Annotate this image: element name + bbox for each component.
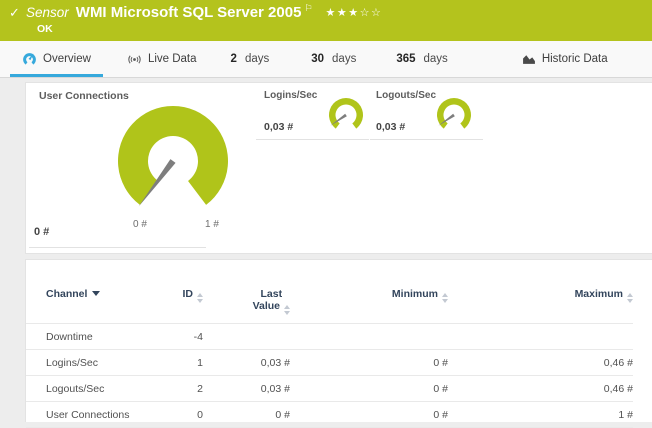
cell-channel[interactable]: User Connections <box>26 402 156 428</box>
status-badge: OK <box>37 23 53 35</box>
user-connections-gauge <box>108 96 238 226</box>
channel-table: Channel ID LastValue Minimum Maximum Dow… <box>26 284 633 428</box>
divider <box>256 139 369 140</box>
sensor-header: ✓ Sensor WMI Microsoft SQL Server 2005 ⚐… <box>0 0 652 41</box>
table-row-logins-sec[interactable]: Logins/Sec 1 0,03 # 0 # 0,46 # <box>26 350 633 376</box>
overview-gauges-panel: User Connections 0 # 1 # 0 # Logins/Sec … <box>25 82 652 254</box>
divider <box>29 247 206 248</box>
logouts-gauge-value: 0,03 # <box>376 121 405 133</box>
primary-gauge-value: 0 # <box>34 226 49 238</box>
logins-gauge-title: Logins/Sec <box>264 90 317 101</box>
divider <box>370 139 483 140</box>
cell-maximum <box>448 324 633 350</box>
cell-last-value: 0,03 # <box>203 350 290 376</box>
table-row-user-connections[interactable]: User Connections 0 0 # 0 # 1 # <box>26 402 633 428</box>
tab-historic-data[interactable]: Historic Data <box>516 41 614 77</box>
cell-id: 2 <box>156 376 203 402</box>
cell-maximum: 0,46 # <box>448 376 633 402</box>
column-header-channel[interactable]: Channel <box>26 284 156 324</box>
tab-365-days-unit: days <box>424 53 448 65</box>
cell-maximum: 1 # <box>448 402 633 428</box>
column-header-id[interactable]: ID <box>156 284 203 324</box>
logouts-gauge-title: Logouts/Sec <box>376 90 436 101</box>
logouts-gauge <box>430 91 478 139</box>
tab-overview[interactable]: Overview <box>10 41 103 77</box>
tab-live-data-label: Live Data <box>148 53 197 65</box>
gauge-scale-min: 0 # <box>120 219 160 230</box>
tab-overview-label: Overview <box>43 53 91 65</box>
signal-icon <box>127 52 142 67</box>
cell-id: 0 <box>156 402 203 428</box>
tab-30-days-number: 30 <box>311 53 324 65</box>
sorted-desc-icon <box>92 291 100 296</box>
tab-2-days-number: 2 <box>231 53 237 65</box>
tab-bar: Overview Live Data 2 days 30 days 365 da… <box>0 41 652 78</box>
cell-channel[interactable]: Logouts/Sec <box>26 376 156 402</box>
tab-historic-data-label: Historic Data <box>542 53 608 65</box>
sort-icon <box>197 293 203 303</box>
logins-gauge-value: 0,03 # <box>264 121 293 133</box>
cell-channel[interactable]: Logins/Sec <box>26 350 156 376</box>
cell-minimum: 0 # <box>290 376 448 402</box>
tab-30-days[interactable]: 30 days <box>305 41 362 77</box>
flag-icon[interactable]: ⚐ <box>304 4 312 14</box>
priority-stars[interactable]: ★★★☆☆ <box>326 6 383 19</box>
channel-table-panel: Channel ID LastValue Minimum Maximum Dow… <box>25 259 652 422</box>
table-row-logouts-sec[interactable]: Logouts/Sec 2 0,03 # 0 # 0,46 # <box>26 376 633 402</box>
table-row-downtime[interactable]: Downtime -4 <box>26 324 633 350</box>
sort-icon <box>627 293 633 303</box>
cell-minimum: 0 # <box>290 402 448 428</box>
cell-channel[interactable]: Downtime <box>26 324 156 350</box>
sort-icon <box>284 305 290 315</box>
column-header-minimum[interactable]: Minimum <box>290 284 448 324</box>
tab-2-days-unit: days <box>245 53 269 65</box>
cell-last-value: 0,03 # <box>203 376 290 402</box>
cell-minimum <box>290 324 448 350</box>
gauge-icon <box>22 52 37 67</box>
tab-30-days-unit: days <box>332 53 356 65</box>
tab-2-days[interactable]: 2 days <box>225 41 276 77</box>
column-header-maximum[interactable]: Maximum <box>448 284 633 324</box>
area-chart-icon <box>522 53 536 65</box>
page-title: WMI Microsoft SQL Server 2005 <box>76 4 302 21</box>
cell-last-value: 0 # <box>203 402 290 428</box>
cell-maximum: 0,46 # <box>448 350 633 376</box>
tab-live-data[interactable]: Live Data <box>121 41 203 77</box>
gauge-scale-max: 1 # <box>192 219 232 230</box>
table-header-row: Channel ID LastValue Minimum Maximum <box>26 284 633 324</box>
sensor-title-row: Sensor WMI Microsoft SQL Server 2005 ⚐ ★… <box>26 4 382 21</box>
cell-id: -4 <box>156 324 203 350</box>
tab-365-days-number: 365 <box>396 53 415 65</box>
sensor-kind-label: Sensor <box>26 5 69 20</box>
logins-gauge <box>322 91 370 139</box>
column-header-last-value[interactable]: LastValue <box>203 284 290 324</box>
cell-id: 1 <box>156 350 203 376</box>
cell-minimum: 0 # <box>290 350 448 376</box>
cell-last-value <box>203 324 290 350</box>
tab-365-days[interactable]: 365 days <box>390 41 453 77</box>
ok-check-icon: ✓ <box>9 6 20 21</box>
sort-icon <box>442 293 448 303</box>
